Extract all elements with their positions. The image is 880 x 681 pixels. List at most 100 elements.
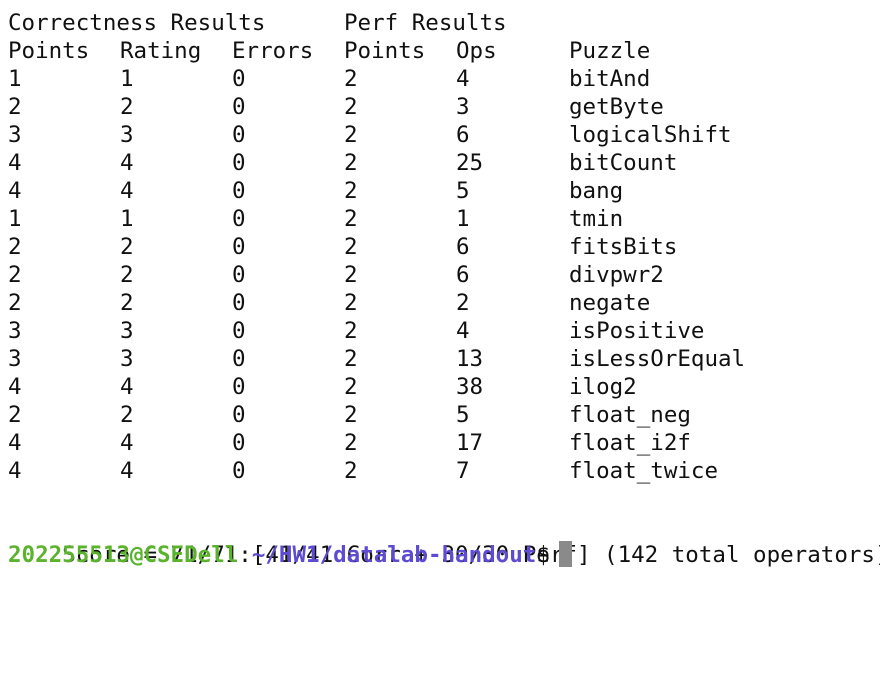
prompt-path: ~/HW1/datalab-handout xyxy=(251,542,537,568)
row-points: 3 xyxy=(8,122,22,148)
row-rating: 2 xyxy=(120,402,134,428)
row-rating: 3 xyxy=(120,122,134,148)
row-ops: 1 xyxy=(456,206,470,232)
row-errors: 0 xyxy=(232,430,246,456)
col-header-perf-points: Points xyxy=(344,38,426,64)
row-errors: 0 xyxy=(232,122,246,148)
row-points: 1 xyxy=(8,206,22,232)
row-ops: 2 xyxy=(456,290,470,316)
row-puzzle: bang xyxy=(569,178,624,204)
row-perf-points: 2 xyxy=(344,318,358,344)
row-rating: 1 xyxy=(120,66,134,92)
row-errors: 0 xyxy=(232,150,246,176)
prompt-symbol: $ xyxy=(536,542,550,568)
row-points: 2 xyxy=(8,262,22,288)
result-row: 4 4 0 2 25 bitCount xyxy=(8,149,876,177)
row-perf-points: 2 xyxy=(344,290,358,316)
row-puzzle: float_neg xyxy=(569,402,691,428)
row-perf-points: 2 xyxy=(344,150,358,176)
row-perf-points: 2 xyxy=(344,374,358,400)
row-points: 4 xyxy=(8,150,22,176)
row-rating: 4 xyxy=(120,178,134,204)
column-header-line: Points Rating Errors Points Ops Puzzle xyxy=(8,37,876,65)
row-points: 4 xyxy=(8,430,22,456)
row-ops: 3 xyxy=(456,94,470,120)
row-puzzle: getByte xyxy=(569,94,664,120)
row-rating: 2 xyxy=(120,290,134,316)
row-errors: 0 xyxy=(232,178,246,204)
result-row: 4 4 0 2 17 float_i2f xyxy=(8,429,876,457)
row-errors: 0 xyxy=(232,94,246,120)
row-ops: 6 xyxy=(456,122,470,148)
row-puzzle: ilog2 xyxy=(569,374,637,400)
row-points: 4 xyxy=(8,458,22,484)
row-points: 2 xyxy=(8,94,22,120)
row-perf-points: 2 xyxy=(344,458,358,484)
row-ops: 6 xyxy=(456,234,470,260)
row-errors: 0 xyxy=(232,66,246,92)
row-puzzle: logicalShift xyxy=(569,122,732,148)
col-header-points: Points xyxy=(8,38,90,64)
result-row: 2 2 0 2 6 fitsBits xyxy=(8,233,876,261)
row-rating: 1 xyxy=(120,206,134,232)
row-puzzle: negate xyxy=(569,290,651,316)
row-puzzle: isPositive xyxy=(569,318,705,344)
result-row: 2 2 0 2 6 divpwr2 xyxy=(8,261,876,289)
row-ops: 25 xyxy=(456,150,484,176)
row-errors: 0 xyxy=(232,374,246,400)
row-puzzle: float_twice xyxy=(569,458,719,484)
row-ops: 5 xyxy=(456,178,470,204)
row-perf-points: 2 xyxy=(344,94,358,120)
row-points: 3 xyxy=(8,346,22,372)
result-row: 3 3 0 2 4 isPositive xyxy=(8,317,876,345)
prompt-user-host: 202255513@CSEDell xyxy=(8,542,239,568)
result-row: 4 4 0 2 7 float_twice xyxy=(8,457,876,485)
result-row: 4 4 0 2 5 bang xyxy=(8,177,876,205)
correctness-results-heading: Correctness Results xyxy=(8,10,266,36)
row-perf-points: 2 xyxy=(344,66,358,92)
row-rating: 2 xyxy=(120,234,134,260)
result-row: 2 2 0 2 2 negate xyxy=(8,289,876,317)
results-header-line: Correctness Results Perf Results xyxy=(8,9,876,37)
row-ops: 6 xyxy=(456,262,470,288)
row-puzzle: float_i2f xyxy=(569,430,691,456)
row-errors: 0 xyxy=(232,318,246,344)
row-rating: 3 xyxy=(120,346,134,372)
row-points: 1 xyxy=(8,66,22,92)
row-rating: 4 xyxy=(120,430,134,456)
shell-prompt[interactable]: 202255513@CSEDell:~/HW1/datalab-handout$ xyxy=(8,541,876,569)
result-row: 1 1 0 2 1 tmin xyxy=(8,205,876,233)
col-header-ops: Ops xyxy=(456,38,497,64)
row-rating: 2 xyxy=(120,94,134,120)
row-ops: 38 xyxy=(456,374,484,400)
row-rating: 2 xyxy=(120,262,134,288)
row-perf-points: 2 xyxy=(344,402,358,428)
row-perf-points: 2 xyxy=(344,178,358,204)
row-points: 2 xyxy=(8,402,22,428)
row-errors: 0 xyxy=(232,234,246,260)
score-line: Score = 71/71 [41/41 Corr + 30/30 Perf] … xyxy=(8,513,880,568)
row-rating: 4 xyxy=(120,458,134,484)
row-perf-points: 2 xyxy=(344,122,358,148)
row-perf-points: 2 xyxy=(344,262,358,288)
row-puzzle: fitsBits xyxy=(569,234,678,260)
result-row: 1 1 0 2 4 bitAnd xyxy=(8,65,876,93)
row-rating: 4 xyxy=(120,150,134,176)
row-puzzle: bitAnd xyxy=(569,66,651,92)
row-puzzle: tmin xyxy=(569,206,624,232)
row-errors: 0 xyxy=(232,346,246,372)
row-errors: 0 xyxy=(232,402,246,428)
col-header-errors: Errors xyxy=(232,38,314,64)
row-ops: 5 xyxy=(456,402,470,428)
row-rating: 4 xyxy=(120,374,134,400)
row-points: 4 xyxy=(8,374,22,400)
result-row: 3 3 0 2 13 isLessOrEqual xyxy=(8,345,876,373)
row-points: 3 xyxy=(8,318,22,344)
row-ops: 13 xyxy=(456,346,484,372)
row-ops: 17 xyxy=(456,430,484,456)
terminal-output[interactable]: Correctness Results Perf Results Points … xyxy=(8,9,880,569)
text-cursor[interactable] xyxy=(558,541,572,567)
row-rating: 3 xyxy=(120,318,134,344)
row-perf-points: 2 xyxy=(344,206,358,232)
